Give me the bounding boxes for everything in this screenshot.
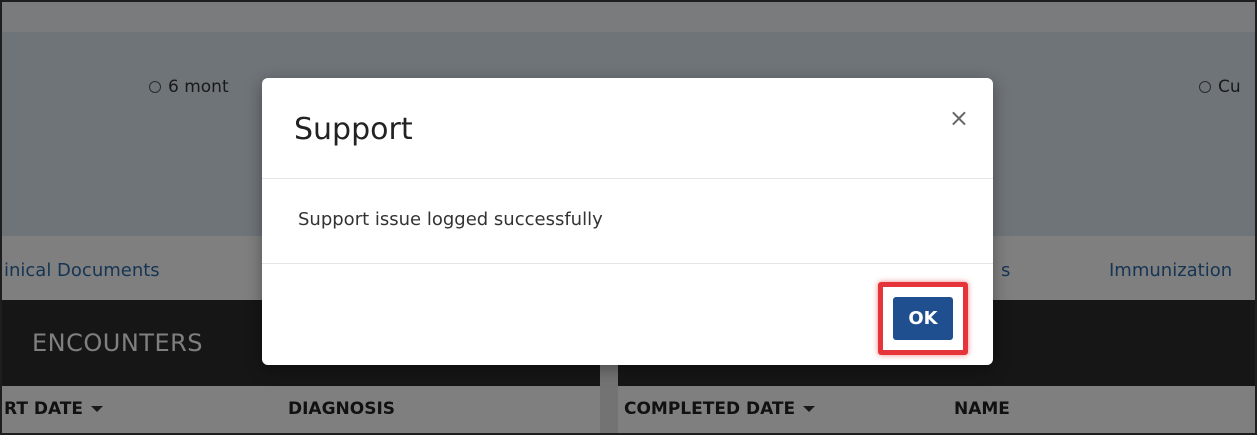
ok-button[interactable]: OK — [893, 297, 953, 340]
dialog-title: Support — [294, 112, 413, 147]
dialog-header: Support × — [262, 78, 993, 179]
dialog-footer: OK — [262, 264, 993, 366]
support-dialog: Support × Support issue logged successfu… — [262, 78, 993, 365]
close-icon[interactable]: × — [949, 106, 969, 130]
dialog-body: Support issue logged successfully — [262, 179, 993, 264]
dialog-message: Support issue logged successfully — [298, 209, 603, 230]
ok-button-highlight: OK — [878, 282, 968, 355]
screenshot-frame: 6 mont Cu inical Documents s Immunizatio… — [0, 0, 1257, 435]
